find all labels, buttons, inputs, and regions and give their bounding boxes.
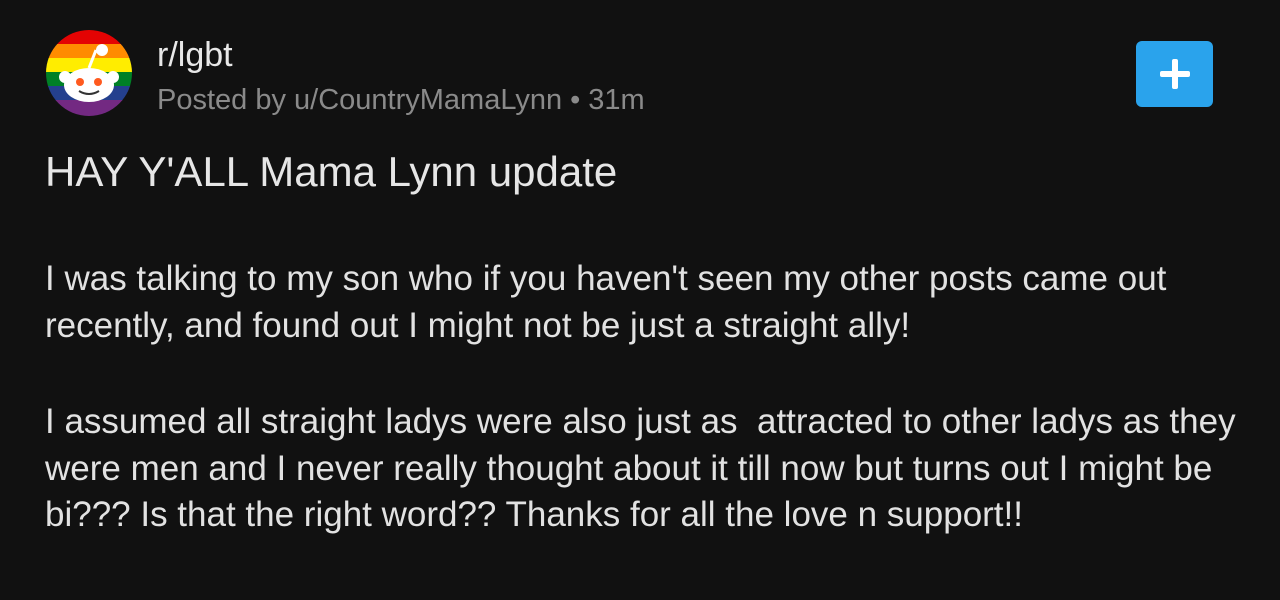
- post-meta: Posted by u/CountryMamaLynn • 31m: [157, 84, 645, 117]
- post-paragraph-2: I assumed all straight ladys were also j…: [45, 402, 1246, 534]
- post-author[interactable]: Posted by u/CountryMamaLynn: [157, 84, 562, 116]
- post-paragraph-1: I was talking to my son who if you haven…: [45, 259, 1177, 345]
- join-button[interactable]: [1136, 41, 1213, 107]
- meta-separator: •: [570, 84, 581, 116]
- post-card: r/lgbt Posted by u/CountryMamaLynn • 31m H…: [0, 0, 1280, 600]
- community-avatar-icon[interactable]: [46, 30, 132, 116]
- plus-icon: [1159, 59, 1190, 89]
- post-body: I was talking to my son who if you haven…: [45, 256, 1250, 589]
- community-name-link[interactable]: r/lgbt: [157, 36, 233, 75]
- post-title: HAY Y'ALL Mama Lynn update: [45, 148, 618, 195]
- post-age: 31m: [588, 84, 645, 116]
- snoo-rainbow-icon: [46, 30, 132, 116]
